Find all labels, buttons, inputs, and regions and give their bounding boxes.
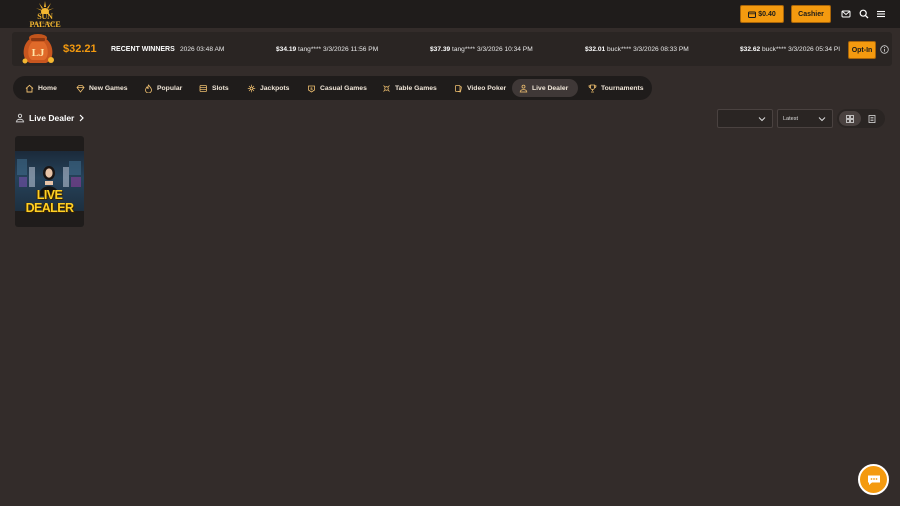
cashier-button[interactable]: Cashier [791, 5, 831, 23]
winner-item: $34.19 tang**** 3/3/2026 11:56 PM [276, 46, 379, 53]
winner-item: $32.01 buck**** 3/3/2026 08:33 PM [585, 46, 689, 53]
sort-select-value: Latest [783, 115, 798, 122]
chevron-right-icon [79, 114, 85, 122]
svg-text:$: $ [310, 85, 313, 90]
winner-item: $37.39 tang**** 3/3/2026 10:34 PM [430, 46, 533, 53]
nav-item-home[interactable]: Home [18, 79, 64, 97]
section-title-label: Live Dealer [29, 113, 75, 123]
filter-select[interactable] [717, 109, 773, 128]
nav-item-tournaments[interactable]: Tournaments [581, 79, 651, 97]
category-nav: Home New Games Popular Slots Jackpots $ … [13, 76, 652, 100]
nav-item-casual-games[interactable]: $ Casual Games [300, 79, 374, 97]
game-title: LIVE DEALER [25, 188, 74, 215]
list-icon [868, 114, 876, 123]
nav-item-new-games[interactable]: New Games [69, 79, 135, 97]
jackpot-bag-label: LJ [32, 47, 45, 59]
dealer-icon [519, 84, 528, 92]
trophy-icon [588, 84, 597, 92]
chip-icon [383, 84, 390, 92]
mail-icon[interactable] [841, 9, 851, 19]
nav-item-jackpots[interactable]: Jackpots [240, 79, 296, 97]
chevron-down-icon [818, 117, 826, 122]
view-toggle [837, 109, 885, 128]
nav-item-popular[interactable]: Popular [137, 79, 189, 97]
jackpot-bag-icon: LJ [22, 34, 54, 64]
nav-item-live-dealer[interactable]: Live Dealer [512, 79, 578, 97]
info-icon[interactable] [880, 45, 889, 54]
grid-view-button[interactable] [839, 111, 861, 126]
section-title[interactable]: Live Dealer [15, 111, 85, 125]
jackpot-amount: $32.21 [63, 43, 97, 55]
nav-item-video-poker[interactable]: Video Poker [447, 79, 513, 97]
sort-select[interactable]: Latest [777, 109, 833, 128]
diamond-icon [76, 84, 85, 93]
menu-icon[interactable] [876, 9, 886, 19]
slot-machine-icon [199, 84, 207, 92]
recent-winners-label: RECENT WINNERS [111, 46, 175, 53]
list-view-button[interactable] [861, 111, 883, 126]
balance-button[interactable]: $0.40 [740, 5, 784, 23]
flame-icon [145, 83, 152, 93]
casual-icon: $ [308, 85, 315, 92]
nav-item-slots[interactable]: Slots [192, 79, 236, 97]
wallet-icon [748, 11, 757, 18]
chat-icon [867, 475, 880, 485]
top-bar: SUN PALACE CASINO $0.40 Cashier [0, 0, 900, 29]
jackpot-bar: LJ $32.21 RECENT WINNERS 2026 03:48 AM $… [12, 32, 892, 66]
cards-icon [455, 84, 462, 92]
chat-button[interactable] [858, 464, 889, 495]
balance-value: $0.40 [758, 10, 776, 18]
winner-item: $32.62 buck**** 3/3/2026 05:34 PI [740, 46, 841, 53]
winner-item: 2026 03:48 AM [180, 46, 225, 53]
search-icon[interactable] [859, 9, 869, 19]
dealer-icon [15, 113, 25, 123]
sparkle-icon [247, 84, 256, 92]
game-card[interactable]: LIVE DEALER [15, 136, 84, 227]
opt-in-button[interactable]: Opt-In [848, 41, 876, 59]
brand-sub: CASINO [35, 21, 55, 25]
chevron-down-icon [758, 117, 766, 122]
home-icon [25, 84, 34, 92]
grid-icon [846, 114, 854, 123]
site-logo[interactable]: SUN PALACE CASINO [22, 1, 68, 29]
nav-item-table-games[interactable]: Table Games [375, 79, 444, 97]
